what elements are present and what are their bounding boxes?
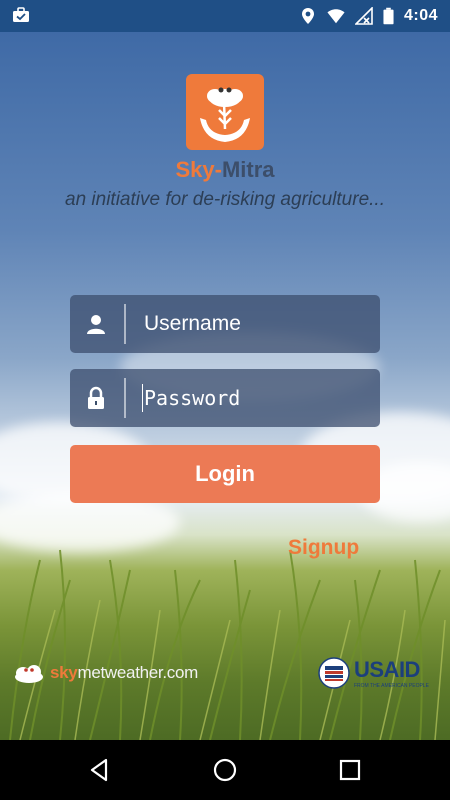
brand-mitra: Mitra: [221, 157, 275, 182]
password-input[interactable]: Password: [144, 369, 240, 427]
username-field[interactable]: Username: [70, 295, 380, 353]
text-caret: [142, 384, 143, 412]
lock-icon: [88, 386, 104, 409]
skymetweather-logo: skymetweather.com: [12, 658, 212, 688]
signup-link[interactable]: Signup: [288, 536, 359, 560]
briefcase-check-icon: [13, 7, 29, 22]
brand-dash: -: [214, 157, 222, 182]
password-field[interactable]: Password: [70, 369, 380, 427]
navigation-bar: [0, 740, 450, 800]
field-divider: [124, 304, 126, 344]
cloud-logo-icon: [15, 665, 43, 683]
status-bar: 4:04: [0, 0, 450, 32]
location-icon: [301, 8, 314, 24]
skymet-sky-text: sky: [50, 663, 78, 682]
wifi-icon: [327, 9, 345, 24]
no-signal-icon: [354, 7, 373, 25]
app-logo: [186, 74, 264, 150]
user-icon: [87, 315, 105, 334]
usaid-text: USAID: [354, 657, 420, 682]
app-brand: Sky-Mitra: [0, 157, 450, 183]
skymet-rest-text: metweather.com: [77, 663, 198, 682]
login-button[interactable]: Login: [70, 445, 380, 503]
usaid-seal-icon: [318, 657, 350, 689]
status-time: 4:04: [403, 7, 438, 24]
field-background: [9, 549, 446, 740]
username-input[interactable]: Username: [144, 295, 241, 353]
battery-icon: [383, 7, 394, 25]
usaid-subtitle: FROM THE AMERICAN PEOPLE: [354, 683, 429, 689]
back-icon[interactable]: [86, 756, 114, 784]
brand-sky: Sky: [175, 157, 215, 182]
recents-icon[interactable]: [336, 756, 364, 784]
field-divider: [124, 378, 126, 418]
login-screen: Sky-Mitra an initiative for de-risking a…: [0, 32, 450, 740]
home-icon[interactable]: [211, 756, 239, 784]
tagline: an initiative for de-risking agriculture…: [65, 189, 385, 210]
usaid-logo: USAID FROM THE AMERICAN PEOPLE: [318, 654, 434, 692]
